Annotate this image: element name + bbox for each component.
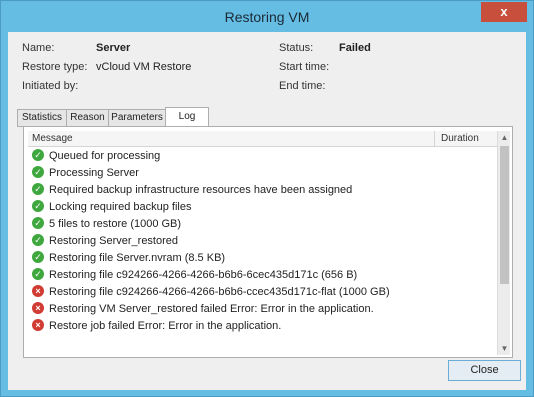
scroll-up-icon[interactable]: ▲: [498, 131, 511, 144]
tab-parameters[interactable]: Parameters: [108, 109, 166, 127]
log-message: Restoring Server_restored: [49, 235, 179, 247]
log-row[interactable]: ✓ Restoring file c924266-4266-4266-b6b6-6…: [28, 267, 497, 284]
initiated-by-label: Initiated by:: [22, 80, 79, 92]
restore-type-label: Restore type:: [22, 61, 88, 73]
log-message: Restoring file Server.nvram (8.5 KB): [49, 252, 226, 264]
success-check-icon: ✓: [32, 183, 44, 196]
log-row[interactable]: ✓ Locking required backup files: [28, 199, 497, 216]
error-x-icon: ×: [32, 302, 44, 315]
log-row[interactable]: ✓ Processing Server: [28, 165, 497, 182]
dialog-body: Name: Server Restore type: vCloud VM Res…: [8, 32, 526, 390]
tab-statistics[interactable]: Statistics: [17, 109, 67, 127]
log-message: Required backup infrastructure resources…: [49, 184, 353, 196]
success-check-icon: ✓: [32, 200, 44, 213]
start-time-label: Start time:: [279, 61, 330, 73]
close-button[interactable]: Close: [448, 360, 521, 381]
log-row[interactable]: ✓ Required backup infrastructure resource…: [28, 182, 497, 199]
success-check-icon: ✓: [32, 251, 44, 264]
status-label: Status:: [279, 42, 314, 54]
success-check-icon: ✓: [32, 217, 44, 230]
log-message: Processing Server: [49, 167, 139, 179]
status-value: Failed: [339, 42, 371, 54]
log-row[interactable]: ✓ Restoring Server_restored: [28, 233, 497, 250]
success-check-icon: ✓: [32, 166, 44, 179]
scroll-thumb[interactable]: [500, 146, 509, 284]
log-message: Restoring file c924266-4266-4266-b6b6-cc…: [49, 286, 390, 298]
log-row[interactable]: ✓ Restoring file Server.nvram (8.5 KB): [28, 250, 497, 267]
log-scrollbar[interactable]: ▲ ▼: [497, 131, 510, 355]
log-row[interactable]: × Restoring file c924266-4266-4266-b6b6-c…: [28, 284, 497, 301]
success-check-icon: ✓: [32, 234, 44, 247]
column-duration[interactable]: Duration: [441, 133, 479, 144]
restore-type-value: vCloud VM Restore: [96, 61, 192, 73]
log-grid-header: Message Duration: [28, 131, 497, 147]
success-check-icon: ✓: [32, 268, 44, 281]
success-check-icon: ✓: [32, 149, 44, 162]
window-close-icon[interactable]: x: [481, 2, 527, 22]
error-x-icon: ×: [32, 319, 44, 332]
log-message: Locking required backup files: [49, 201, 192, 213]
log-row[interactable]: × Restoring VM Server_restored failed Err…: [28, 301, 497, 318]
scroll-down-icon[interactable]: ▼: [498, 342, 511, 355]
log-message: 5 files to restore (1000 GB): [49, 218, 182, 230]
tab-reason[interactable]: Reason: [66, 109, 109, 127]
end-time-label: End time:: [279, 80, 326, 92]
name-label: Name:: [22, 42, 55, 54]
column-separator: [434, 131, 435, 147]
log-panel: Message Duration ✓ Queued for processing ✓…: [23, 126, 513, 358]
log-row[interactable]: × Restore job failed Error: Error in the …: [28, 318, 497, 335]
window-title: Restoring VM: [224, 9, 310, 25]
log-message: Restoring VM Server_restored failed Erro…: [49, 303, 374, 315]
name-value: Server: [96, 42, 131, 54]
log-message: Restore job failed Error: Error in the a…: [49, 320, 282, 332]
column-message[interactable]: Message: [32, 133, 73, 144]
restoring-vm-window: Restoring VM x Name: Server Restore type…: [0, 0, 534, 397]
log-row[interactable]: ✓ 5 files to restore (1000 GB): [28, 216, 497, 233]
error-x-icon: ×: [32, 285, 44, 298]
tab-log[interactable]: Log: [165, 107, 209, 127]
log-message: Queued for processing: [49, 150, 161, 162]
log-row[interactable]: ✓ Queued for processing: [28, 148, 497, 165]
log-message: Restoring file c924266-4266-4266-b6b6-6c…: [49, 269, 358, 281]
